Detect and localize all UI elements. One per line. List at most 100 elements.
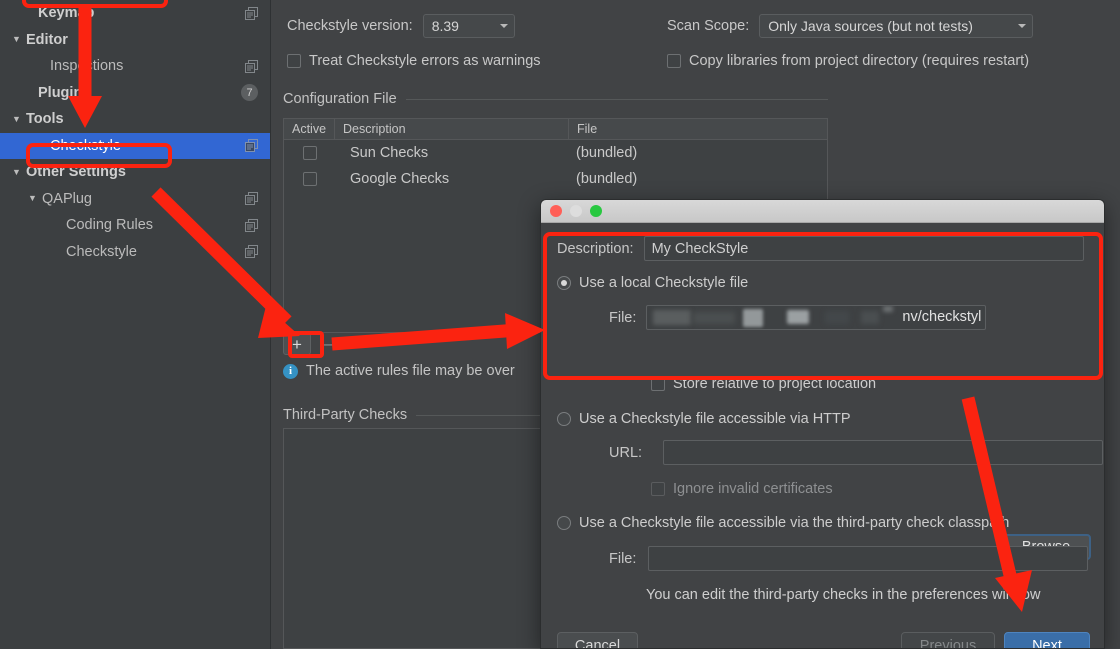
add-configuration-button[interactable]: + <box>283 333 311 355</box>
sidebar-item-label: Checkstyle <box>50 137 121 154</box>
checkbox-icon <box>651 482 665 496</box>
table-row[interactable]: Sun Checks (bundled) <box>284 140 827 166</box>
copy-settings-icon[interactable] <box>245 59 258 73</box>
column-header-file[interactable]: File <box>569 119 827 139</box>
copy-libraries-label: Copy libraries from project directory (r… <box>689 53 1030 69</box>
column-header-description[interactable]: Description <box>335 119 569 139</box>
close-window-icon[interactable] <box>550 205 562 217</box>
sidebar-item-checkstyle[interactable]: ▼Checkstyle <box>0 132 270 159</box>
checkbox-icon[interactable] <box>302 146 317 160</box>
settings-sidebar[interactable]: ▼Keymap▼Editor▼Inspections▼Plugins7▼Tool… <box>0 0 271 649</box>
info-icon: i <box>283 363 298 379</box>
classpath-file-row: File: <box>609 546 1089 571</box>
scan-scope-row: Scan Scope: Only Java sources (but not t… <box>667 14 1034 38</box>
sidebar-item-label: Other Settings <box>26 164 126 181</box>
configuration-file-group-title: Configuration File <box>283 91 828 107</box>
active-rules-info-text: The active rules file may be over <box>306 363 515 379</box>
row-description-cell: Sun Checks <box>350 145 429 161</box>
sidebar-item-tools[interactable]: ▼ Tools <box>0 106 270 133</box>
checkstyle-rules-file-dialog[interactable]: Description: My CheckStyle Use a local C… <box>540 199 1105 649</box>
ignore-invalid-certificates-checkbox[interactable]: Ignore invalid certificates <box>651 481 833 497</box>
row-description-cell: Google Checks <box>350 171 450 187</box>
column-header-active[interactable]: Active <box>284 119 335 139</box>
option-local-file-radio[interactable]: Use a local Checkstyle file <box>557 275 748 291</box>
treat-errors-as-warnings-checkbox[interactable]: Treat Checkstyle errors as warnings <box>287 53 541 69</box>
url-input[interactable] <box>663 440 1104 465</box>
description-label: Description: <box>557 240 634 257</box>
maximize-window-icon[interactable] <box>590 205 602 217</box>
checkstyle-version-select[interactable]: 8.39 <box>422 14 515 38</box>
sidebar-item-label: Plugins <box>38 84 91 101</box>
sidebar-item-keymap[interactable]: ▼Keymap <box>0 0 270 27</box>
sidebar-item-inspections[interactable]: ▼Inspections <box>0 53 270 80</box>
sidebar-item-coding-rules[interactable]: ▼Coding Rules <box>0 212 270 239</box>
scan-scope-value: Only Java sources (but not tests) <box>768 18 973 34</box>
copy-settings-icon[interactable] <box>245 192 258 206</box>
option-local-file-label: Use a local Checkstyle file <box>579 275 749 291</box>
option-classpath-radio[interactable]: Use a Checkstyle file accessible via the… <box>557 515 1009 531</box>
url-label: URL: <box>609 444 643 461</box>
scan-scope-select[interactable]: Only Java sources (but not tests) <box>759 14 1034 38</box>
checkbox-icon <box>287 54 301 68</box>
option-http-radio[interactable]: Use a Checkstyle file accessible via HTT… <box>557 411 851 427</box>
copy-libraries-checkbox[interactable]: Copy libraries from project directory (r… <box>667 53 1029 69</box>
row-active-cell[interactable] <box>284 146 335 160</box>
group-divider <box>405 98 828 100</box>
checkbox-icon <box>667 54 681 68</box>
config-table-toolbar: + — <box>283 333 345 355</box>
table-row[interactable]: Google Checks (bundled) <box>284 166 827 192</box>
sidebar-item-label: Checkstyle <box>66 243 137 260</box>
row-file-cell: (bundled) <box>576 171 638 187</box>
description-row: Description: My CheckStyle <box>557 236 1090 261</box>
table-header-row: Active Description File <box>284 119 827 140</box>
chevron-down-icon[interactable]: ▼ <box>12 114 26 124</box>
classpath-file-input[interactable] <box>648 546 1089 571</box>
sidebar-item-label: Editor <box>26 31 68 48</box>
radio-unselected-icon <box>557 516 571 530</box>
redacted-path-overlay: nv/checkstyl <box>647 306 985 329</box>
store-relative-checkbox[interactable]: Store relative to project location <box>651 376 876 392</box>
chevron-down-icon[interactable]: ▼ <box>28 194 42 203</box>
sidebar-item-label: Coding Rules <box>66 217 154 234</box>
classpath-file-label: File: <box>609 550 637 567</box>
dialog-titlebar[interactable] <box>541 200 1104 223</box>
url-row: URL: <box>609 440 1104 465</box>
chevron-down-icon[interactable]: ▼ <box>12 35 26 44</box>
copy-settings-icon[interactable] <box>245 218 258 232</box>
radio-selected-icon <box>557 276 571 290</box>
row-active-cell[interactable] <box>284 172 335 186</box>
description-input[interactable]: My CheckStyle <box>643 236 1084 261</box>
copy-settings-icon[interactable] <box>245 245 258 259</box>
checkstyle-version-value: 8.39 <box>431 18 459 34</box>
previous-button[interactable]: Previous <box>901 632 995 648</box>
local-file-input[interactable]: nv/checkstyl <box>646 305 987 330</box>
checkstyle-version-row: Checkstyle version: 8.39 <box>287 14 515 38</box>
scan-scope-label: Scan Scope: <box>667 18 750 34</box>
plugins-update-badge: 7 <box>241 84 258 102</box>
treat-errors-as-warnings-label: Treat Checkstyle errors as warnings <box>309 53 541 69</box>
sidebar-item-other-settings[interactable]: ▼ Other Settings <box>0 159 270 186</box>
copy-settings-icon[interactable] <box>245 6 258 20</box>
ignore-invalid-certificates-label: Ignore invalid certificates <box>673 481 833 497</box>
local-file-label: File: <box>609 309 637 326</box>
remove-configuration-button[interactable]: — <box>317 333 345 355</box>
copy-settings-icon[interactable] <box>245 139 258 153</box>
sidebar-item-checkstyle-qaplug[interactable]: ▼Checkstyle <box>0 239 270 266</box>
third-party-checks-group-label: Third-Party Checks <box>283 407 408 423</box>
minimize-window-icon[interactable] <box>570 205 582 217</box>
sidebar-item-editor[interactable]: ▼ Editor <box>0 27 270 54</box>
option-http-label: Use a Checkstyle file accessible via HTT… <box>579 411 851 427</box>
cancel-button[interactable]: Cancel <box>557 632 638 648</box>
local-file-row: File: nv/checkstyl <box>609 305 1090 330</box>
next-button[interactable]: Next <box>1004 632 1090 648</box>
checkbox-icon[interactable] <box>302 172 317 186</box>
sidebar-item-label: Inspections <box>50 58 124 75</box>
local-file-visible-tail: nv/checkstyl <box>902 309 982 325</box>
sidebar-item-plugins[interactable]: ▼Plugins7 <box>0 80 270 107</box>
checkstyle-version-label: Checkstyle version: <box>287 18 413 34</box>
sidebar-item-label: Tools <box>26 111 64 128</box>
description-input-value: My CheckStyle <box>651 240 749 257</box>
sidebar-item-qaplug[interactable]: ▼ QAPlug <box>0 186 270 213</box>
row-file-cell: (bundled) <box>576 145 638 161</box>
chevron-down-icon[interactable]: ▼ <box>12 167 26 177</box>
